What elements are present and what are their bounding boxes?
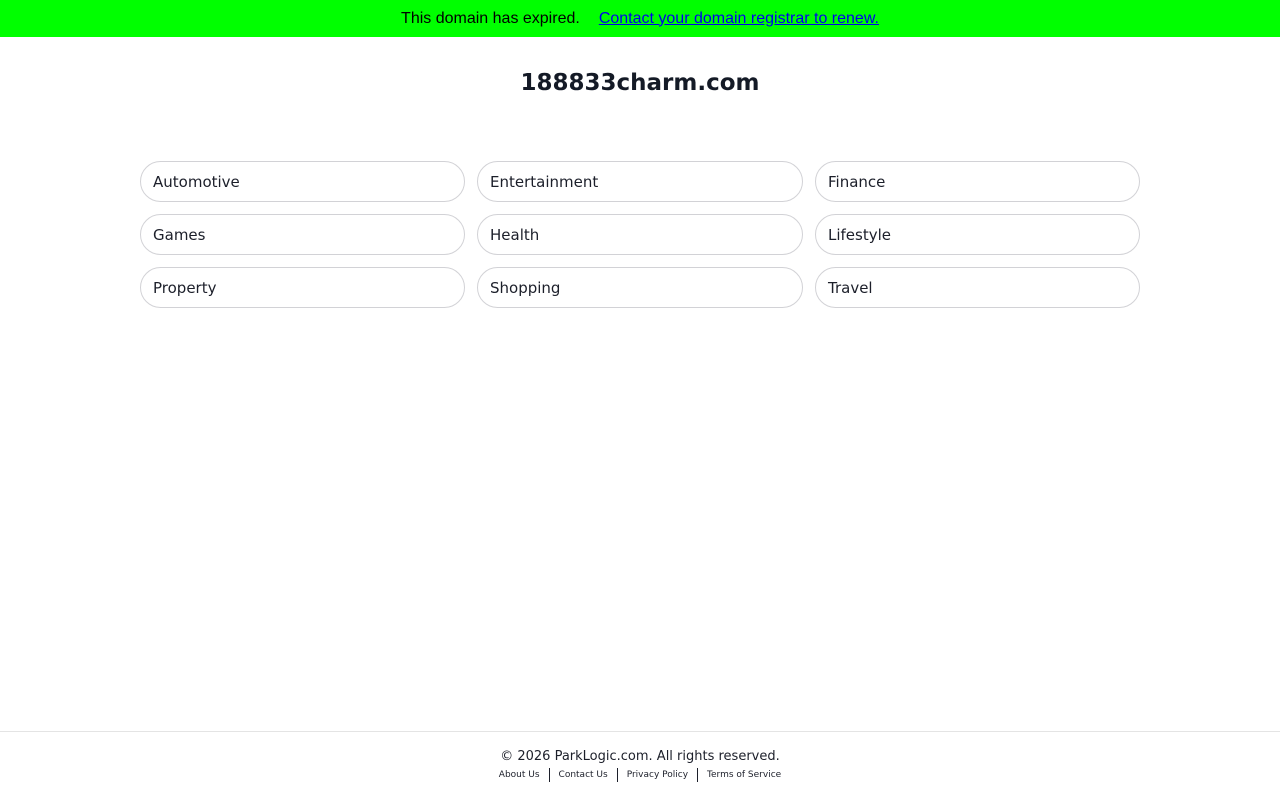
- category-shopping[interactable]: Shopping: [477, 267, 803, 308]
- footer-links: About Us Contact Us Privacy Policy Terms…: [0, 768, 1280, 782]
- category-travel[interactable]: Travel: [815, 267, 1140, 308]
- footer: © 2026 ParkLogic.com. All rights reserve…: [0, 731, 1280, 800]
- category-health[interactable]: Health: [477, 214, 803, 255]
- category-grid: Automotive Entertainment Finance Games H…: [140, 161, 1140, 308]
- expired-banner: This domain has expired. Contact your do…: [0, 0, 1280, 37]
- renew-link[interactable]: Contact your domain registrar to renew.: [599, 10, 879, 28]
- category-entertainment[interactable]: Entertainment: [477, 161, 803, 202]
- copyright-text: © 2026 ParkLogic.com. All rights reserve…: [500, 749, 780, 764]
- terms-of-service-link[interactable]: Terms of Service: [698, 770, 790, 780]
- category-games[interactable]: Games: [140, 214, 465, 255]
- privacy-policy-link[interactable]: Privacy Policy: [618, 770, 697, 780]
- about-us-link[interactable]: About Us: [490, 770, 549, 780]
- category-property[interactable]: Property: [140, 267, 465, 308]
- expired-message: This domain has expired.: [401, 9, 580, 27]
- domain-title: 188833charm.com: [520, 70, 760, 96]
- category-finance[interactable]: Finance: [815, 161, 1140, 202]
- category-lifestyle[interactable]: Lifestyle: [815, 214, 1140, 255]
- category-automotive[interactable]: Automotive: [140, 161, 465, 202]
- contact-us-link[interactable]: Contact Us: [550, 770, 617, 780]
